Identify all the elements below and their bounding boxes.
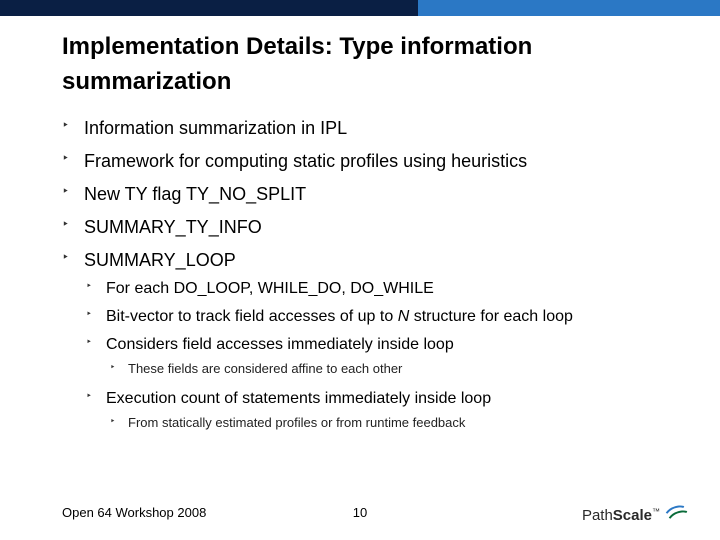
sub-bullet-item: Considers field accesses immediately ins… xyxy=(84,331,720,385)
bullet-text: SUMMARY_LOOP xyxy=(84,250,236,270)
sub-bullet-item: For each DO_LOOP, WHILE_DO, DO_WHILE xyxy=(84,275,720,303)
page-number: 10 xyxy=(353,505,367,520)
slide-body: Information summarization in IPL Framewo… xyxy=(0,100,720,445)
bullet-item: New TY flag TY_NO_SPLIT xyxy=(62,178,720,211)
sub-bullet-item: Bit-vector to track field accesses of up… xyxy=(84,303,720,331)
swoosh-icon xyxy=(664,504,692,526)
sub-bullet-list: For each DO_LOOP, WHILE_DO, DO_WHILE Bit… xyxy=(84,271,720,439)
bullet-text: Execution count of statements immediatel… xyxy=(106,390,491,407)
subsub-bullet-item: These fields are considered affine to ea… xyxy=(106,357,720,380)
top-accent-blue xyxy=(418,0,720,16)
text-fragment: Bit-vector to track field accesses of up… xyxy=(106,308,398,325)
logo-part2: Scale xyxy=(613,507,652,524)
top-accent-bar xyxy=(0,0,720,16)
subsub-bullet-list: These fields are considered affine to ea… xyxy=(106,354,720,380)
text-fragment: structure for each loop xyxy=(409,308,573,325)
logo-part1: Path xyxy=(582,507,613,524)
bullet-text: Considers field accesses immediately ins… xyxy=(106,336,454,353)
bullet-item: Framework for computing static profiles … xyxy=(62,145,720,178)
subsub-bullet-item: From statically estimated profiles or fr… xyxy=(106,411,720,434)
sub-bullet-item: Execution count of statements immediatel… xyxy=(84,385,720,439)
footer-text: Open 64 Workshop 2008 xyxy=(62,505,206,520)
slide-title: Implementation Details: Type information… xyxy=(0,16,720,100)
bullet-item: Information summarization in IPL xyxy=(62,112,720,145)
title-line-2: summarization xyxy=(62,68,231,95)
trademark-symbol: ™ xyxy=(652,507,660,516)
bullet-list: Information summarization in IPL Framewo… xyxy=(62,112,720,445)
subsub-bullet-list: From statically estimated profiles or fr… xyxy=(106,408,720,434)
pathscale-logo: PathScale™ xyxy=(582,504,692,526)
logo-text: PathScale™ xyxy=(582,507,660,524)
bullet-item: SUMMARY_TY_INFO xyxy=(62,211,720,244)
italic-variable: N xyxy=(398,308,410,325)
bullet-item: SUMMARY_LOOP For each DO_LOOP, WHILE_DO,… xyxy=(62,244,720,445)
title-line-1: Implementation Details: Type information xyxy=(62,33,532,60)
top-accent-navy xyxy=(0,0,418,16)
